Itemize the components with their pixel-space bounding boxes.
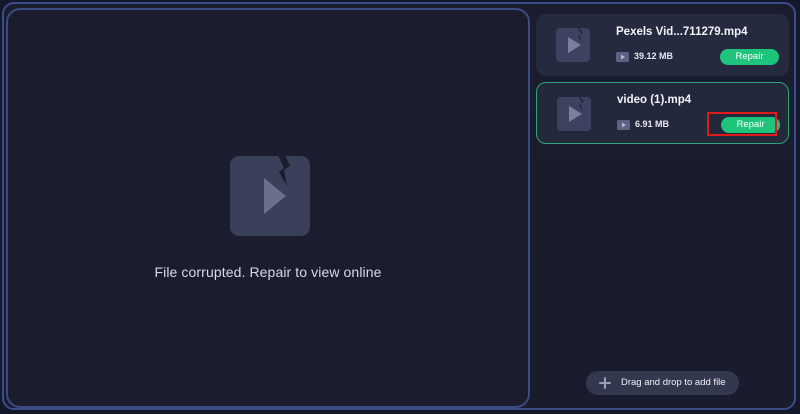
file-card-1[interactable]: Pexels Vid...711279.mp4 39.12 MB Repair xyxy=(536,14,789,76)
video-thumbnail-icon xyxy=(557,97,591,131)
file-size: 39.12 MB xyxy=(634,51,674,61)
preview-message: File corrupted. Repair to view online xyxy=(154,264,382,280)
video-preview-panel: File corrupted. Repair to view online xyxy=(6,8,530,408)
file-name: video (1).mp4 xyxy=(617,94,692,106)
broken-video-icon xyxy=(230,156,310,236)
video-thumbnail-icon xyxy=(556,28,590,62)
add-file-button[interactable]: Drag and drop to add file xyxy=(586,371,739,395)
highlight-box xyxy=(707,112,777,136)
file-name: Pexels Vid...711279.mp4 xyxy=(616,26,748,38)
video-size-icon xyxy=(617,120,630,130)
plus-icon xyxy=(599,377,611,389)
file-size: 6.91 MB xyxy=(635,119,670,129)
add-file-label: Drag and drop to add file xyxy=(621,377,726,388)
repair-button[interactable]: Repair xyxy=(720,49,779,65)
video-size-icon xyxy=(616,52,629,62)
